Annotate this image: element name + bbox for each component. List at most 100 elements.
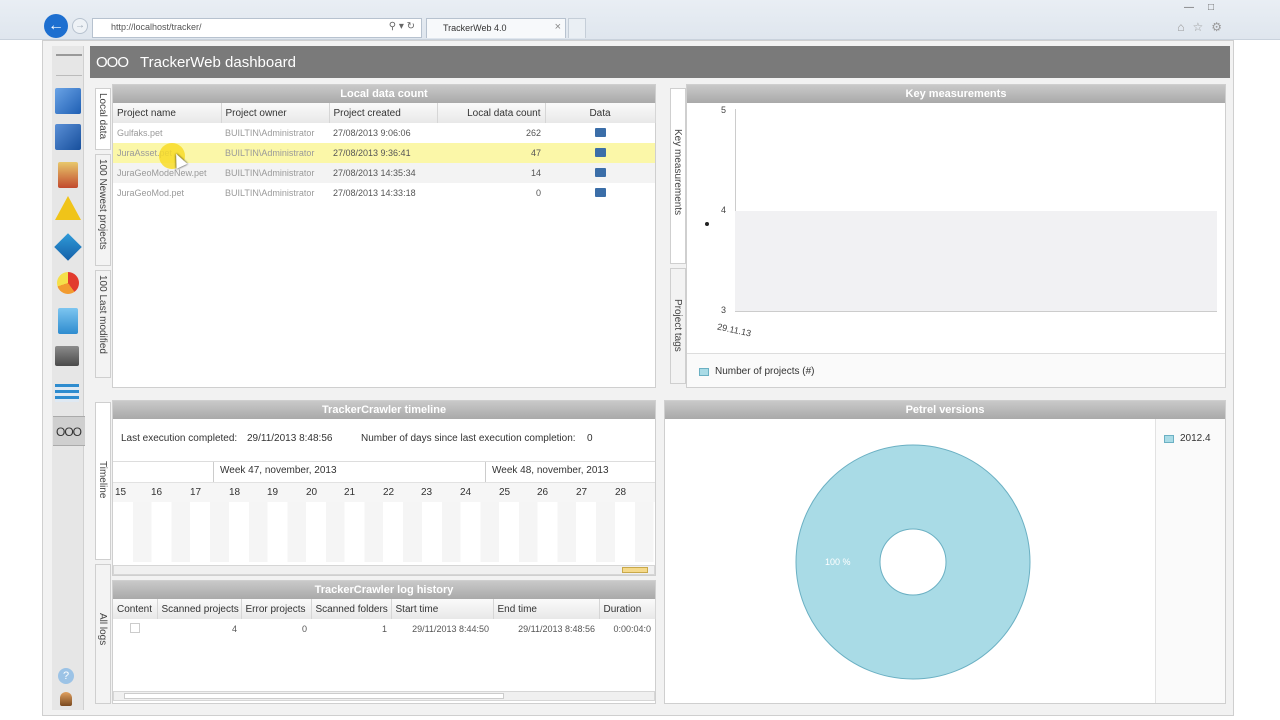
folder-icon[interactable] bbox=[594, 167, 606, 177]
last-execution-value: 29/11/2013 8:48:56 bbox=[247, 433, 333, 444]
tab-all-logs[interactable]: All logs bbox=[95, 564, 111, 704]
legend-label: 2012.4 bbox=[1180, 433, 1211, 444]
menu-icon[interactable] bbox=[56, 54, 82, 76]
y-tick-label: 4 bbox=[721, 205, 727, 215]
data-cell bbox=[545, 143, 655, 163]
project-owner: BUILTIN\Administrator bbox=[225, 168, 315, 178]
plot-area-band bbox=[735, 211, 1217, 311]
column-header[interactable]: End time bbox=[493, 599, 600, 619]
folder-icon[interactable] bbox=[594, 147, 606, 157]
week-label: Week 47, november, 2013 bbox=[213, 462, 337, 482]
grid-icon[interactable] bbox=[55, 384, 79, 402]
day-label: 25 bbox=[499, 487, 511, 498]
close-icon[interactable]: × bbox=[555, 21, 561, 33]
project-tree-icon[interactable] bbox=[58, 162, 78, 188]
scrollbar-thumb[interactable] bbox=[622, 567, 648, 573]
column-header[interactable]: Local data count bbox=[437, 103, 546, 123]
panel-title: Petrel versions bbox=[665, 401, 1225, 419]
local-data-count: 14 bbox=[530, 168, 541, 178]
project-owner: BUILTIN\Administrator bbox=[225, 148, 315, 158]
sidebar-item-ooo[interactable]: OOO bbox=[53, 416, 85, 446]
day-label: 20 bbox=[306, 487, 318, 498]
key-measurements-panel: Key measurements 5 4 3 29.11.13 Number o… bbox=[686, 84, 1226, 388]
day-label: 21 bbox=[344, 487, 356, 498]
column-header[interactable]: Content bbox=[113, 599, 158, 619]
pie-chart-icon[interactable] bbox=[57, 272, 79, 294]
y-tick-label: 3 bbox=[721, 305, 727, 315]
legend: 2012.4 bbox=[1155, 419, 1225, 703]
book-icon[interactable] bbox=[58, 308, 78, 334]
data-cell bbox=[545, 163, 655, 183]
column-header[interactable]: Scanned projects bbox=[157, 599, 242, 619]
table-row[interactable]: JuraAsset.pet BUILTIN\Administrator 27/0… bbox=[113, 143, 655, 163]
project-owner: BUILTIN\Administrator bbox=[225, 188, 315, 198]
app-logo: OOO bbox=[96, 54, 129, 71]
tab-newest-projects[interactable]: 100 Newest projects bbox=[95, 154, 111, 266]
column-header[interactable]: Start time bbox=[391, 599, 494, 619]
day-label: 26 bbox=[537, 487, 549, 498]
tab-key-measurements[interactable]: Key measurements bbox=[670, 88, 686, 264]
project-created: 27/08/2013 14:35:34 bbox=[333, 168, 416, 178]
legend: Number of projects (#) bbox=[687, 353, 1225, 387]
petrel-versions-panel: Petrel versions 100 % 2012.4 bbox=[664, 400, 1226, 704]
legend-swatch bbox=[699, 368, 709, 376]
folder-icon[interactable] bbox=[594, 187, 606, 197]
start-time: 29/11/2013 8:44:50 bbox=[412, 624, 489, 634]
panel-title: Key measurements bbox=[687, 85, 1225, 103]
log-scrollbar[interactable] bbox=[113, 691, 655, 701]
database-icon[interactable] bbox=[55, 346, 79, 366]
day-label: 22 bbox=[383, 487, 395, 498]
content-checkbox[interactable] bbox=[130, 623, 140, 633]
tab-last-modified[interactable]: 100 Last modified bbox=[95, 270, 111, 378]
local-data-table: Project name Project owner Project creat… bbox=[113, 103, 656, 203]
table-row[interactable]: JuraGeoMod.pet BUILTIN\Administrator 27/… bbox=[113, 183, 655, 203]
duration: 0:00:04:0 bbox=[613, 624, 651, 634]
local-data-count: 0 bbox=[535, 188, 541, 198]
column-header[interactable]: Data bbox=[545, 103, 656, 123]
folder-icon[interactable] bbox=[594, 127, 606, 137]
x-axis bbox=[735, 311, 1217, 312]
window-controls-icon[interactable]: —□ bbox=[1184, 2, 1228, 13]
ooo-icon: OOO bbox=[56, 425, 82, 439]
column-header[interactable]: Project owner bbox=[221, 103, 330, 123]
day-row: 15 16 17 18 19 20 21 22 23 24 25 26 27 2… bbox=[113, 482, 655, 502]
back-button[interactable]: ← bbox=[44, 14, 68, 38]
search-refresh-icon[interactable]: ⚲ ▾ ↻ bbox=[389, 21, 415, 32]
column-header[interactable]: Project created bbox=[329, 103, 438, 123]
panel-title: TrackerCrawler log history bbox=[113, 581, 655, 599]
scrollbar-thumb[interactable] bbox=[124, 693, 504, 699]
column-header[interactable]: Project name bbox=[113, 103, 222, 123]
warning-icon[interactable] bbox=[55, 196, 81, 220]
column-header[interactable]: Error projects bbox=[241, 599, 312, 619]
browser-tab[interactable]: TrackerWeb 4.0 × bbox=[426, 18, 566, 38]
table-row[interactable]: Gulfaks.pet BUILTIN\Administrator 27/08/… bbox=[113, 123, 655, 143]
data-cell bbox=[545, 123, 655, 143]
user-icon[interactable] bbox=[60, 692, 72, 706]
table-row[interactable]: 4 0 1 29/11/2013 8:44:50 29/11/2013 8:48… bbox=[113, 619, 655, 639]
days-since-value: 0 bbox=[587, 433, 593, 444]
tab-project-tags[interactable]: Project tags bbox=[670, 268, 686, 384]
forward-button[interactable]: → bbox=[72, 18, 88, 34]
day-label: 15 bbox=[115, 487, 127, 498]
address-bar[interactable]: http://localhost/tracker/ ⚲ ▾ ↻ bbox=[92, 18, 422, 38]
home-star-gear-icon[interactable]: ⌂☆⚙ bbox=[1177, 20, 1230, 34]
column-header[interactable]: Scanned folders bbox=[311, 599, 392, 619]
new-tab-button[interactable] bbox=[568, 18, 586, 38]
x-tick-label: 29.11.13 bbox=[716, 321, 753, 339]
document-blue-icon[interactable] bbox=[55, 88, 81, 114]
tab-local-data[interactable]: Local data bbox=[95, 88, 111, 150]
data-cell bbox=[545, 183, 655, 203]
last-execution-label: Last execution completed: bbox=[121, 433, 238, 444]
tab-timeline[interactable]: Timeline bbox=[95, 402, 111, 560]
timeline-scrollbar[interactable] bbox=[113, 565, 655, 575]
panel-title: TrackerCrawler timeline bbox=[113, 401, 655, 419]
timeline-panel: TrackerCrawler timeline Last execution c… bbox=[112, 400, 656, 576]
help-icon[interactable]: ? bbox=[58, 668, 74, 684]
table-row[interactable]: JuraGeoModeNew.pet BUILTIN\Administrator… bbox=[113, 163, 655, 183]
folder-blue-icon[interactable] bbox=[55, 124, 81, 150]
column-header[interactable]: Duration bbox=[599, 599, 656, 619]
day-label: 28 bbox=[615, 487, 627, 498]
project-created: 27/08/2013 9:36:41 bbox=[333, 148, 411, 158]
donut-chart: 100 % bbox=[795, 444, 1031, 680]
timeline-grid: Week 47, november, 2013 Week 48, novembe… bbox=[113, 461, 655, 562]
